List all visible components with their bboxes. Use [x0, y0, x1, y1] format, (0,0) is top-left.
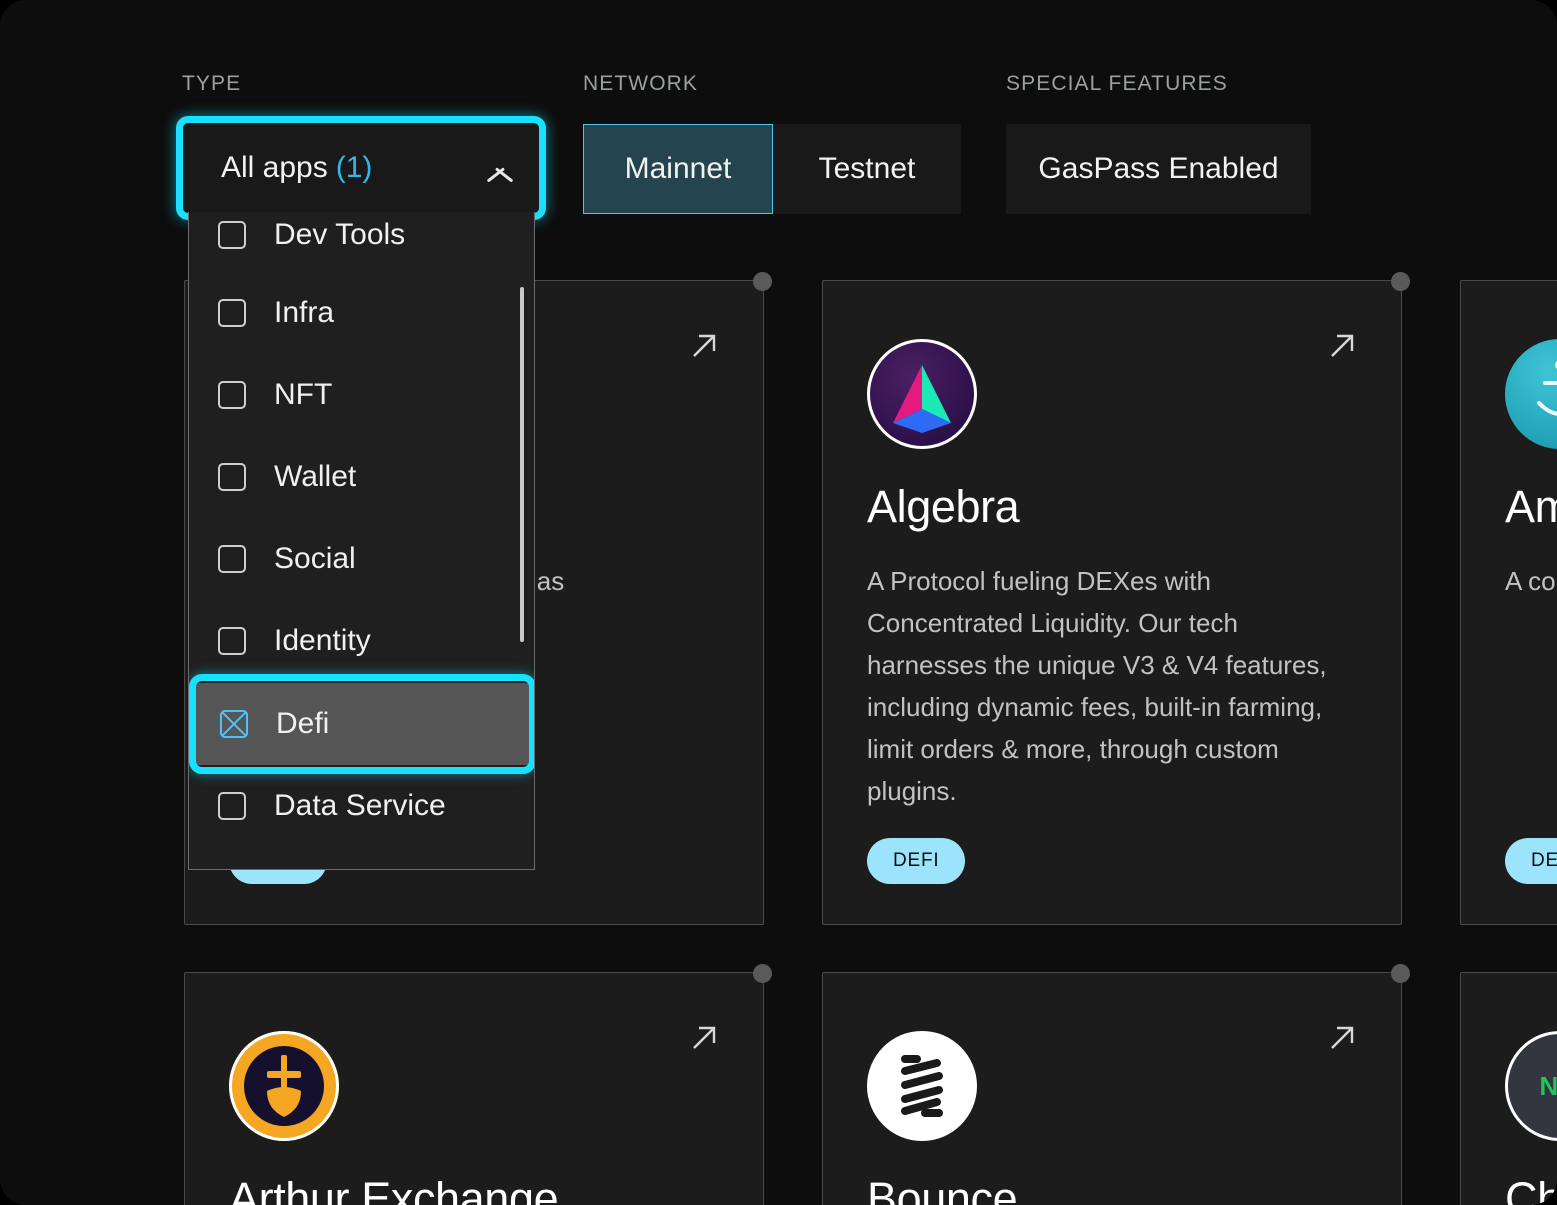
external-link-arrow-icon[interactable] — [687, 329, 721, 363]
type-option-label: Infra — [274, 296, 335, 329]
filter-label-type: TYPE — [182, 72, 242, 95]
checkbox-unchecked-icon[interactable] — [218, 627, 246, 655]
type-option-label: Social — [274, 542, 356, 575]
app-card[interactable]: Arthur Exchange — [184, 964, 772, 1205]
filter-label-network: NETWORK — [583, 72, 699, 95]
type-option-defi-inner[interactable]: Defi — [191, 683, 534, 765]
ambient-logo — [1505, 339, 1557, 449]
algebra-logo — [867, 339, 977, 449]
app-card-title: Am — [1505, 481, 1557, 532]
type-dropdown-trigger-label: All apps (1) — [221, 151, 373, 184]
status-badge: DEF — [1505, 838, 1557, 884]
type-option-label: Dev Tools — [274, 218, 406, 251]
type-dropdown-panel: Dev Tools Infra NFT Wallet Social Identi — [188, 212, 535, 870]
network-option-mainnet[interactable]: Mainnet — [583, 124, 773, 214]
card-corner-dot — [1391, 272, 1410, 291]
type-option-dev-tools[interactable]: Dev Tools — [189, 212, 534, 276]
status-badge: DEFI — [867, 838, 966, 884]
dropdown-scrollbar-thumb[interactable] — [520, 287, 524, 642]
special-feature-gaspass-enabled[interactable]: GasPass Enabled — [1006, 124, 1311, 214]
filter-bar: TYPE All apps (1) NETWORK Mainnet Testnet… — [0, 0, 1557, 225]
type-option-label: Identity — [274, 624, 371, 657]
type-dropdown-trigger[interactable]: All apps (1) — [183, 123, 539, 213]
node-logo: NO — [1505, 1031, 1557, 1141]
app-card-title: Arthur Exchange — [229, 1173, 559, 1205]
app-root: TYPE All apps (1) NETWORK Mainnet Testnet… — [0, 0, 1557, 1205]
type-option-defi[interactable]: Defi — [189, 674, 534, 774]
checkbox-checked-icon[interactable] — [220, 710, 248, 738]
app-card-title: Bounce — [867, 1173, 1018, 1205]
app-card-badges: DEF — [1505, 838, 1557, 884]
type-option-wallet[interactable]: Wallet — [189, 436, 534, 518]
type-option-data-service[interactable]: Data Service — [189, 765, 534, 847]
node-logo-text: NO — [1539, 1070, 1557, 1101]
type-option-label: NFT — [274, 378, 333, 411]
app-card-title: Algebra — [867, 481, 1020, 532]
card-corner-dot — [753, 272, 772, 291]
external-link-arrow-icon[interactable] — [687, 1021, 721, 1055]
app-card-description: A Protocol fueling DEXes with Concentrat… — [867, 566, 1327, 807]
filter-label-special-features: SPECIAL FEATURES — [1006, 72, 1228, 95]
type-option-label: Wallet — [274, 460, 357, 493]
app-card[interactable]: Algebra A Protocol fueling DEXes with Co… — [822, 272, 1410, 925]
app-card-description: A co built throu inter mark — [1505, 566, 1557, 597]
app-card[interactable]: Bounce — [822, 964, 1410, 1205]
checkbox-unchecked-icon[interactable] — [218, 381, 246, 409]
external-link-arrow-icon[interactable] — [1325, 329, 1359, 363]
network-option-testnet[interactable]: Testnet — [773, 124, 961, 214]
checkbox-unchecked-icon[interactable] — [218, 463, 246, 491]
checkbox-unchecked-icon[interactable] — [218, 545, 246, 573]
type-option-nft[interactable]: NFT — [189, 354, 534, 436]
type-dropdown-option-list: Dev Tools Infra NFT Wallet Social Identi — [189, 212, 534, 869]
chevron-up-icon — [483, 158, 517, 178]
app-card-title: Ch — [1505, 1173, 1557, 1205]
type-option-social[interactable]: Social — [189, 518, 534, 600]
type-selected-count: (1) — [335, 151, 373, 184]
card-corner-dot — [1391, 964, 1410, 983]
checkbox-unchecked-icon[interactable] — [218, 221, 246, 249]
type-option-identity[interactable]: Identity — [189, 600, 534, 682]
external-link-arrow-icon[interactable] — [1325, 1021, 1359, 1055]
app-card[interactable]: Am A co built throu inter mark DEF — [1460, 280, 1557, 925]
app-card-badges: DEFI — [867, 838, 966, 884]
filter-group-special-features: SPECIAL FEATURES — [1006, 72, 1228, 96]
app-card[interactable]: NO Ch — [1460, 972, 1557, 1205]
filter-group-network: NETWORK — [583, 72, 698, 96]
filter-group-type: TYPE — [182, 72, 241, 96]
network-segmented-control: Mainnet Testnet — [583, 124, 961, 214]
checkbox-unchecked-icon[interactable] — [218, 792, 246, 820]
arthur-logo — [229, 1031, 339, 1141]
type-option-infra[interactable]: Infra — [189, 272, 534, 354]
card-corner-dot — [753, 964, 772, 983]
type-option-label: Data Service — [274, 789, 446, 822]
checkbox-unchecked-icon[interactable] — [218, 299, 246, 327]
type-option-label: Defi — [276, 707, 330, 740]
bounce-logo — [867, 1031, 977, 1141]
